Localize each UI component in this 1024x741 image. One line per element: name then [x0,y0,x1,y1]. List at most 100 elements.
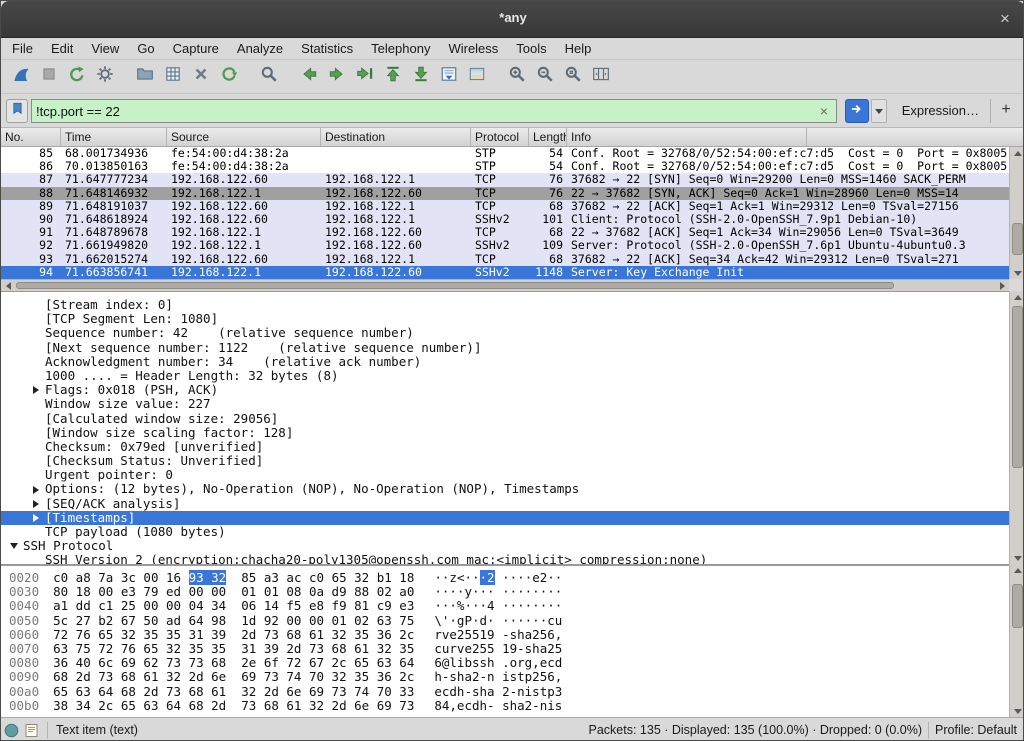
menu-help[interactable]: Help [556,39,601,58]
capture-options-button[interactable] [91,63,119,91]
scroll-up-arrow[interactable] [1010,564,1024,576]
collapse-arrow-icon[interactable] [5,539,23,553]
hex-row-0040[interactable]: 0040a1 dd c1 25 00 00 04 34 06 14 f5 e8 … [9,599,1009,613]
go-back-button[interactable] [295,63,323,91]
detail-stream-index[interactable]: [Stream index: 0] [1,298,1009,312]
menu-capture[interactable]: Capture [164,39,228,58]
scroll-right-arrow[interactable] [995,280,1009,291]
detail-urgent-pointer[interactable]: Urgent pointer: 0 [1,468,1009,482]
packet-row-88[interactable]: 8871.648146932192.168.122.1192.168.122.6… [1,187,1009,200]
packet-row-90[interactable]: 9071.648618924192.168.122.60192.168.122.… [1,213,1009,226]
detail-seq-ack-analysis[interactable]: [SEQ/ACK analysis] [1,497,1009,511]
expand-arrow-icon[interactable] [27,511,45,525]
filter-bookmark-button[interactable] [6,99,28,123]
detail-timestamps-selected[interactable]: [Timestamps] [1,511,1009,525]
menu-file[interactable]: File [3,39,42,58]
close-window-button[interactable]: × [993,7,1017,31]
auto-scroll-button[interactable] [435,63,463,91]
packet-list-vscrollbar[interactable] [1009,147,1024,279]
menu-edit[interactable]: Edit [42,39,82,58]
packet-row-91[interactable]: 9171.648789678192.168.122.1192.168.122.6… [1,226,1009,239]
find-packet-button[interactable] [255,63,283,91]
detail-flags[interactable]: Flags: 0x018 (PSH, ACK) [1,383,1009,397]
menu-wireless[interactable]: Wireless [439,39,507,58]
status-profile[interactable]: Profile: Default [935,723,1017,737]
hex-row-00a0[interactable]: 00a065 63 64 68 2d 73 68 61 32 2d 6e 69 … [9,685,1009,699]
hex-row-0020[interactable]: 0020c0 a8 7a 3c 00 16 93 32 85 a3 ac c0 … [9,571,1009,585]
scroll-left-arrow[interactable] [1,280,15,291]
column-header-source[interactable]: Source [167,128,321,146]
hex-row-00b0[interactable]: 00b038 34 2c 65 63 64 68 2d 73 68 61 32 … [9,699,1009,713]
hex-vscroll-thumb[interactable] [1012,584,1023,628]
resize-columns-button[interactable] [587,63,615,91]
column-header-no[interactable]: No. [1,128,61,146]
detail-window-size[interactable]: Window size value: 227 [1,397,1009,411]
restart-capture-button[interactable] [63,63,91,91]
detail-tcp-payload[interactable]: TCP payload (1080 bytes) [1,525,1009,539]
close-file-button[interactable] [187,63,215,91]
zoom-reset-button[interactable] [559,63,587,91]
scroll-up-arrow[interactable] [1010,291,1024,303]
hex-row-0080[interactable]: 008036 40 6c 69 62 73 73 68 2e 6f 72 67 … [9,656,1009,670]
filter-history-dropdown[interactable] [871,99,887,123]
scroll-down-arrow[interactable] [1010,552,1024,564]
column-header-protocol[interactable]: Protocol [471,128,529,146]
scroll-down-arrow[interactable] [1010,267,1024,279]
stop-capture-button[interactable] [35,63,63,91]
packet-list-vscroll-thumb[interactable] [1012,223,1023,255]
display-filter-input[interactable] [36,101,806,121]
detail-header-length[interactable]: 1000 .... = Header Length: 32 bytes (8) [1,369,1009,383]
packet-row-89[interactable]: 8971.648191037192.168.122.60192.168.122.… [1,200,1009,213]
expand-arrow-icon[interactable] [27,383,45,397]
column-header-info[interactable]: Info [567,128,807,146]
detail-next-sequence[interactable]: [Next sequence number: 1122 (relative se… [1,341,1009,355]
go-last-button[interactable] [407,63,435,91]
packet-row-85[interactable]: 8568.001734936fe:54:00:d4:38:2aSTP54Conf… [1,147,1009,160]
expand-arrow-icon[interactable] [27,497,45,511]
column-header-length[interactable]: Length [529,128,567,146]
start-capture-button[interactable] [7,63,35,91]
menu-tools[interactable]: Tools [507,39,555,58]
capture-comment-button[interactable] [21,723,41,738]
zoom-out-button[interactable] [531,63,559,91]
hex-row-0070[interactable]: 007063 75 72 76 65 32 35 35 31 39 2d 73 … [9,642,1009,656]
packet-list-hscrollbar[interactable] [1,279,1009,291]
detail-sequence-number[interactable]: Sequence number: 42 (relative sequence n… [1,326,1009,340]
hex-row-0050[interactable]: 00505c 27 b2 67 50 ad 64 98 1d 92 00 00 … [9,614,1009,628]
menu-analyze[interactable]: Analyze [228,39,292,58]
packet-list-hscroll-thumb[interactable] [16,282,894,289]
hex-vscrollbar[interactable] [1009,564,1024,717]
packet-row-94-selected[interactable]: 9471.663856741192.168.122.1192.168.122.6… [1,266,1009,279]
hex-row-0030[interactable]: 003080 18 00 e3 79 ed 00 00 01 01 08 0a … [9,585,1009,599]
go-to-packet-button[interactable] [351,63,379,91]
expert-info-button[interactable] [1,723,21,738]
packet-row-92[interactable]: 9271.661949820192.168.122.1192.168.122.6… [1,239,1009,252]
reload-button[interactable] [215,63,243,91]
filter-clear-icon[interactable]: × [815,102,833,120]
apply-filter-button[interactable] [845,99,869,123]
scroll-up-arrow[interactable] [1010,147,1024,159]
scroll-down-arrow[interactable] [1010,705,1024,717]
hex-row-0090[interactable]: 009068 2d 73 68 61 32 2d 6e 69 73 74 70 … [9,670,1009,684]
detail-checksum-status[interactable]: [Checksum Status: Unverified] [1,454,1009,468]
detail-checksum[interactable]: Checksum: 0x79ed [unverified] [1,440,1009,454]
expression-button[interactable]: Expression… [902,103,979,118]
packet-row-93[interactable]: 9371.662015274192.168.122.60192.168.122.… [1,253,1009,266]
go-first-button[interactable] [379,63,407,91]
zoom-in-button[interactable] [503,63,531,91]
details-vscrollbar[interactable] [1009,291,1024,564]
detail-calc-window[interactable]: [Calculated window size: 29056] [1,412,1009,426]
details-vscroll-thumb[interactable] [1012,306,1023,468]
menu-statistics[interactable]: Statistics [292,39,362,58]
packet-row-86[interactable]: 8670.013850163fe:54:00:d4:38:2aSTP54Conf… [1,160,1009,173]
detail-options[interactable]: Options: (12 bytes), No-Operation (NOP),… [1,482,1009,496]
menu-view[interactable]: View [82,39,128,58]
packet-row-87[interactable]: 8771.647777234192.168.122.60192.168.122.… [1,173,1009,186]
detail-window-scaling[interactable]: [Window size scaling factor: 128] [1,426,1009,440]
go-forward-button[interactable] [323,63,351,91]
menu-telephony[interactable]: Telephony [362,39,439,58]
menu-go[interactable]: Go [128,39,163,58]
save-file-button[interactable] [159,63,187,91]
column-header-destination[interactable]: Destination [321,128,471,146]
add-filter-button[interactable]: + [995,99,1017,123]
